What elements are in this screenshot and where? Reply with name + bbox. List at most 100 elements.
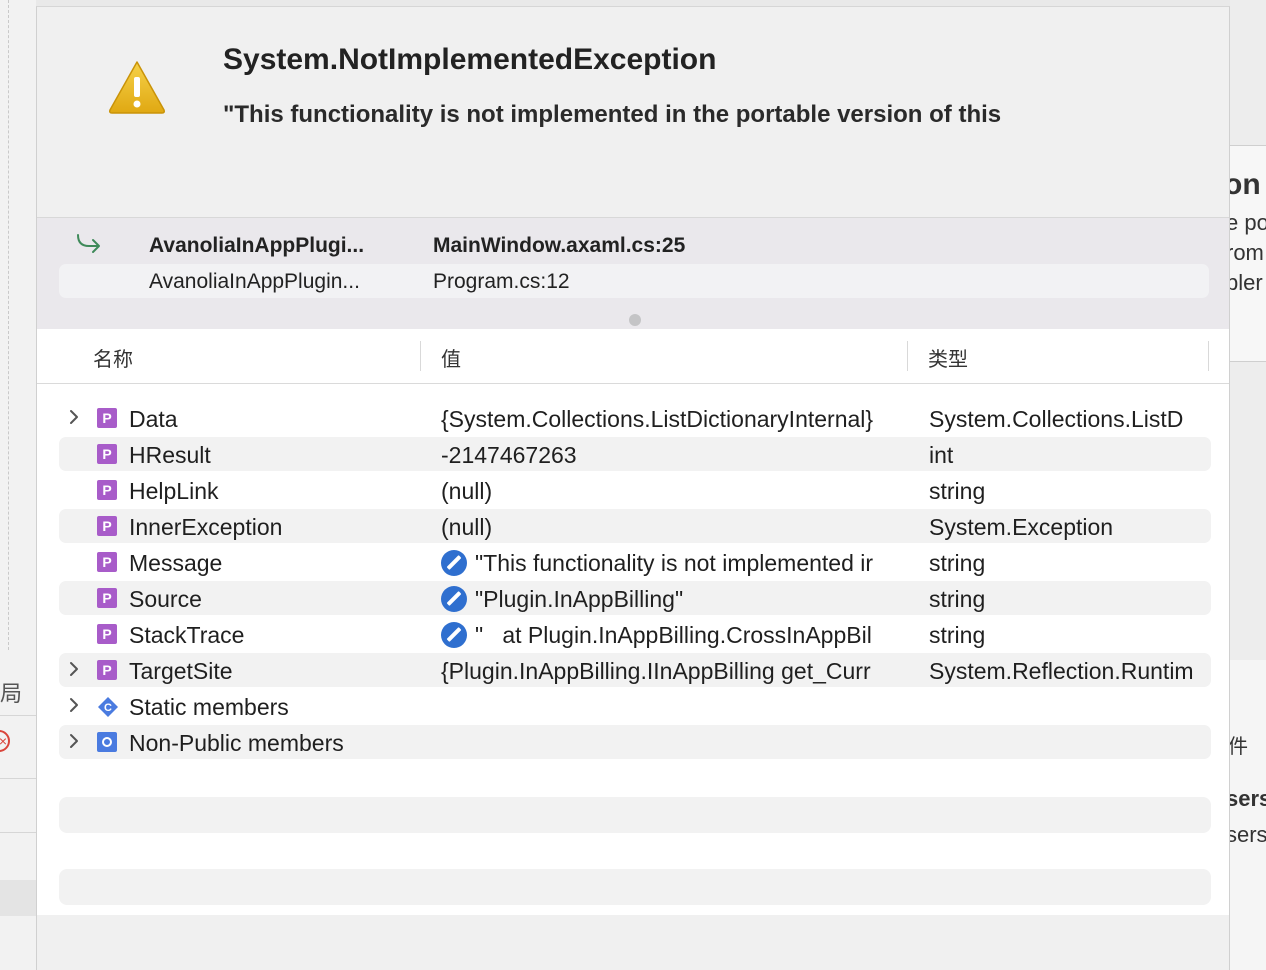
variable-name: InnerException [129,514,283,540]
variable-type: System.Reflection.Runtim [929,658,1194,684]
call-stack-panel: AvanoliaInAppPlugi... MainWindow.axaml.c… [37,217,1229,330]
frame-location: Program.cs:12 [433,270,570,293]
empty-row [59,797,1211,833]
chevron-right-icon[interactable] [68,732,80,750]
variable-name: Non-Public members [129,730,344,756]
variable-name: TargetSite [129,658,233,684]
variable-row[interactable]: P StackTrace " at Plugin.InAppBilling.Cr… [59,617,1211,651]
call-stack-frame[interactable]: AvanoliaInAppPlugi... MainWindow.axaml.c… [59,228,1209,262]
variable-row[interactable]: P InnerException (null) System.Exception [59,509,1211,543]
variable-name: Source [129,586,202,612]
variable-value: (null) [441,514,893,541]
variable-type: int [929,442,954,468]
variable-type: System.Collections.ListD [929,406,1184,432]
variable-name: Message [129,550,223,576]
variables-panel: 名称 值 类型 P Data {System.Collections.ListD… [37,329,1229,915]
chevron-right-icon[interactable] [68,408,80,426]
chevron-right-icon[interactable] [68,696,80,714]
property-icon: P [97,516,117,536]
variable-type: string [929,478,986,504]
variable-name: Data [129,406,178,432]
background-panel: 件 sers sers [1230,660,1266,970]
variable-row[interactable]: Non-Public members [59,725,1211,759]
background-text: sers [1230,822,1266,847]
splitter-handle[interactable] [629,314,641,326]
property-icon: P [97,552,117,572]
exception-dialog: System.NotImplementedException "This fun… [36,6,1230,970]
column-header-value[interactable]: 值 [441,343,461,372]
value-text: "Plugin.InAppBilling" [475,586,684,612]
divider [0,832,36,833]
warning-triangle-icon [109,61,165,114]
property-icon: P [97,624,117,644]
frame-location: MainWindow.axaml.cs:25 [433,234,686,257]
variable-type: string [929,550,986,576]
column-header-name[interactable]: 名称 [93,343,133,372]
dashed-guide [8,0,9,650]
background-row [0,880,36,916]
variable-name: Static members [129,694,289,720]
variable-row[interactable]: P HResult -2147467263 int [59,437,1211,471]
background-card: on e po rom pler [1230,145,1266,362]
pencil-edit-icon[interactable] [441,586,467,612]
non-public-members-icon [97,732,117,752]
property-icon: P [97,660,117,680]
background-text: e po [1230,210,1266,235]
variable-type: string [929,586,986,612]
exception-header: System.NotImplementedException "This fun… [37,7,1229,217]
empty-row [59,869,1211,905]
frame-function: AvanoliaInAppPlugin... [149,270,360,293]
background-text: pler [1230,270,1263,295]
variable-value: {System.Collections.ListDictionaryIntern… [441,406,893,433]
variable-row[interactable]: P Data {System.Collections.ListDictionar… [59,401,1211,435]
value-text: {Plugin.InAppBilling.IInAppBilling get_C… [441,658,871,684]
error-icon: × [0,730,10,752]
background-text: 件 [1230,736,1248,758]
variable-name: StackTrace [129,622,245,648]
variable-type: System.Exception [929,514,1114,540]
exception-title: System.NotImplementedException [223,43,717,76]
divider [0,778,36,779]
variable-type: string [929,622,986,648]
background-window-right: on e po rom pler 件 sers sers [1230,0,1266,970]
property-icon: P [97,480,117,500]
divider [0,715,36,716]
value-text: (null) [441,478,493,504]
background-text: rom [1230,240,1264,265]
exception-message[interactable]: "This functionality is not implemented i… [223,101,1001,129]
background-text: on [1230,168,1261,201]
value-text: {System.Collections.ListDictionaryIntern… [441,406,874,432]
chevron-right-icon[interactable] [68,660,80,678]
background-window-left: 局 × [0,0,36,970]
variable-value: -2147467263 [441,442,893,469]
variable-value: "This functionality is not implemented i… [441,550,893,577]
background-label: 局 [0,682,23,707]
variable-row[interactable]: P Source "Plugin.InAppBilling" string [59,581,1211,615]
variable-value: {Plugin.InAppBilling.IInAppBilling get_C… [441,658,893,685]
property-icon: P [97,444,117,464]
pencil-edit-icon[interactable] [441,550,467,576]
value-text: " at Plugin.InAppBilling.CrossInAppBil [475,622,872,648]
variable-row[interactable]: P Message "This functionality is not imp… [59,545,1211,579]
property-icon: P [97,588,117,608]
column-divider[interactable] [907,341,908,371]
property-icon: P [97,408,117,428]
variable-name: HResult [129,442,211,468]
column-divider[interactable] [1208,341,1209,371]
frame-function: AvanoliaInAppPlugi... [149,234,365,257]
call-stack-frame[interactable]: AvanoliaInAppPlugin... Program.cs:12 [59,264,1209,298]
variable-name: HelpLink [129,478,219,504]
value-text: (null) [441,514,493,540]
column-header-bar: 名称 值 类型 [37,329,1229,384]
background-text: sers [1230,786,1266,811]
value-text: "This functionality is not implemented i… [475,550,874,576]
variable-row[interactable]: P HelpLink (null) string [59,473,1211,507]
column-divider[interactable] [420,341,421,371]
current-frame-arrow-icon [77,234,100,253]
variable-row[interactable]: C Static members [59,689,1211,723]
pencil-edit-icon[interactable] [441,622,467,648]
variable-value: (null) [441,478,893,505]
class-letter: C [104,702,112,714]
column-header-type[interactable]: 类型 [928,343,968,372]
variable-row[interactable]: P TargetSite {Plugin.InAppBilling.IInApp… [59,653,1211,687]
